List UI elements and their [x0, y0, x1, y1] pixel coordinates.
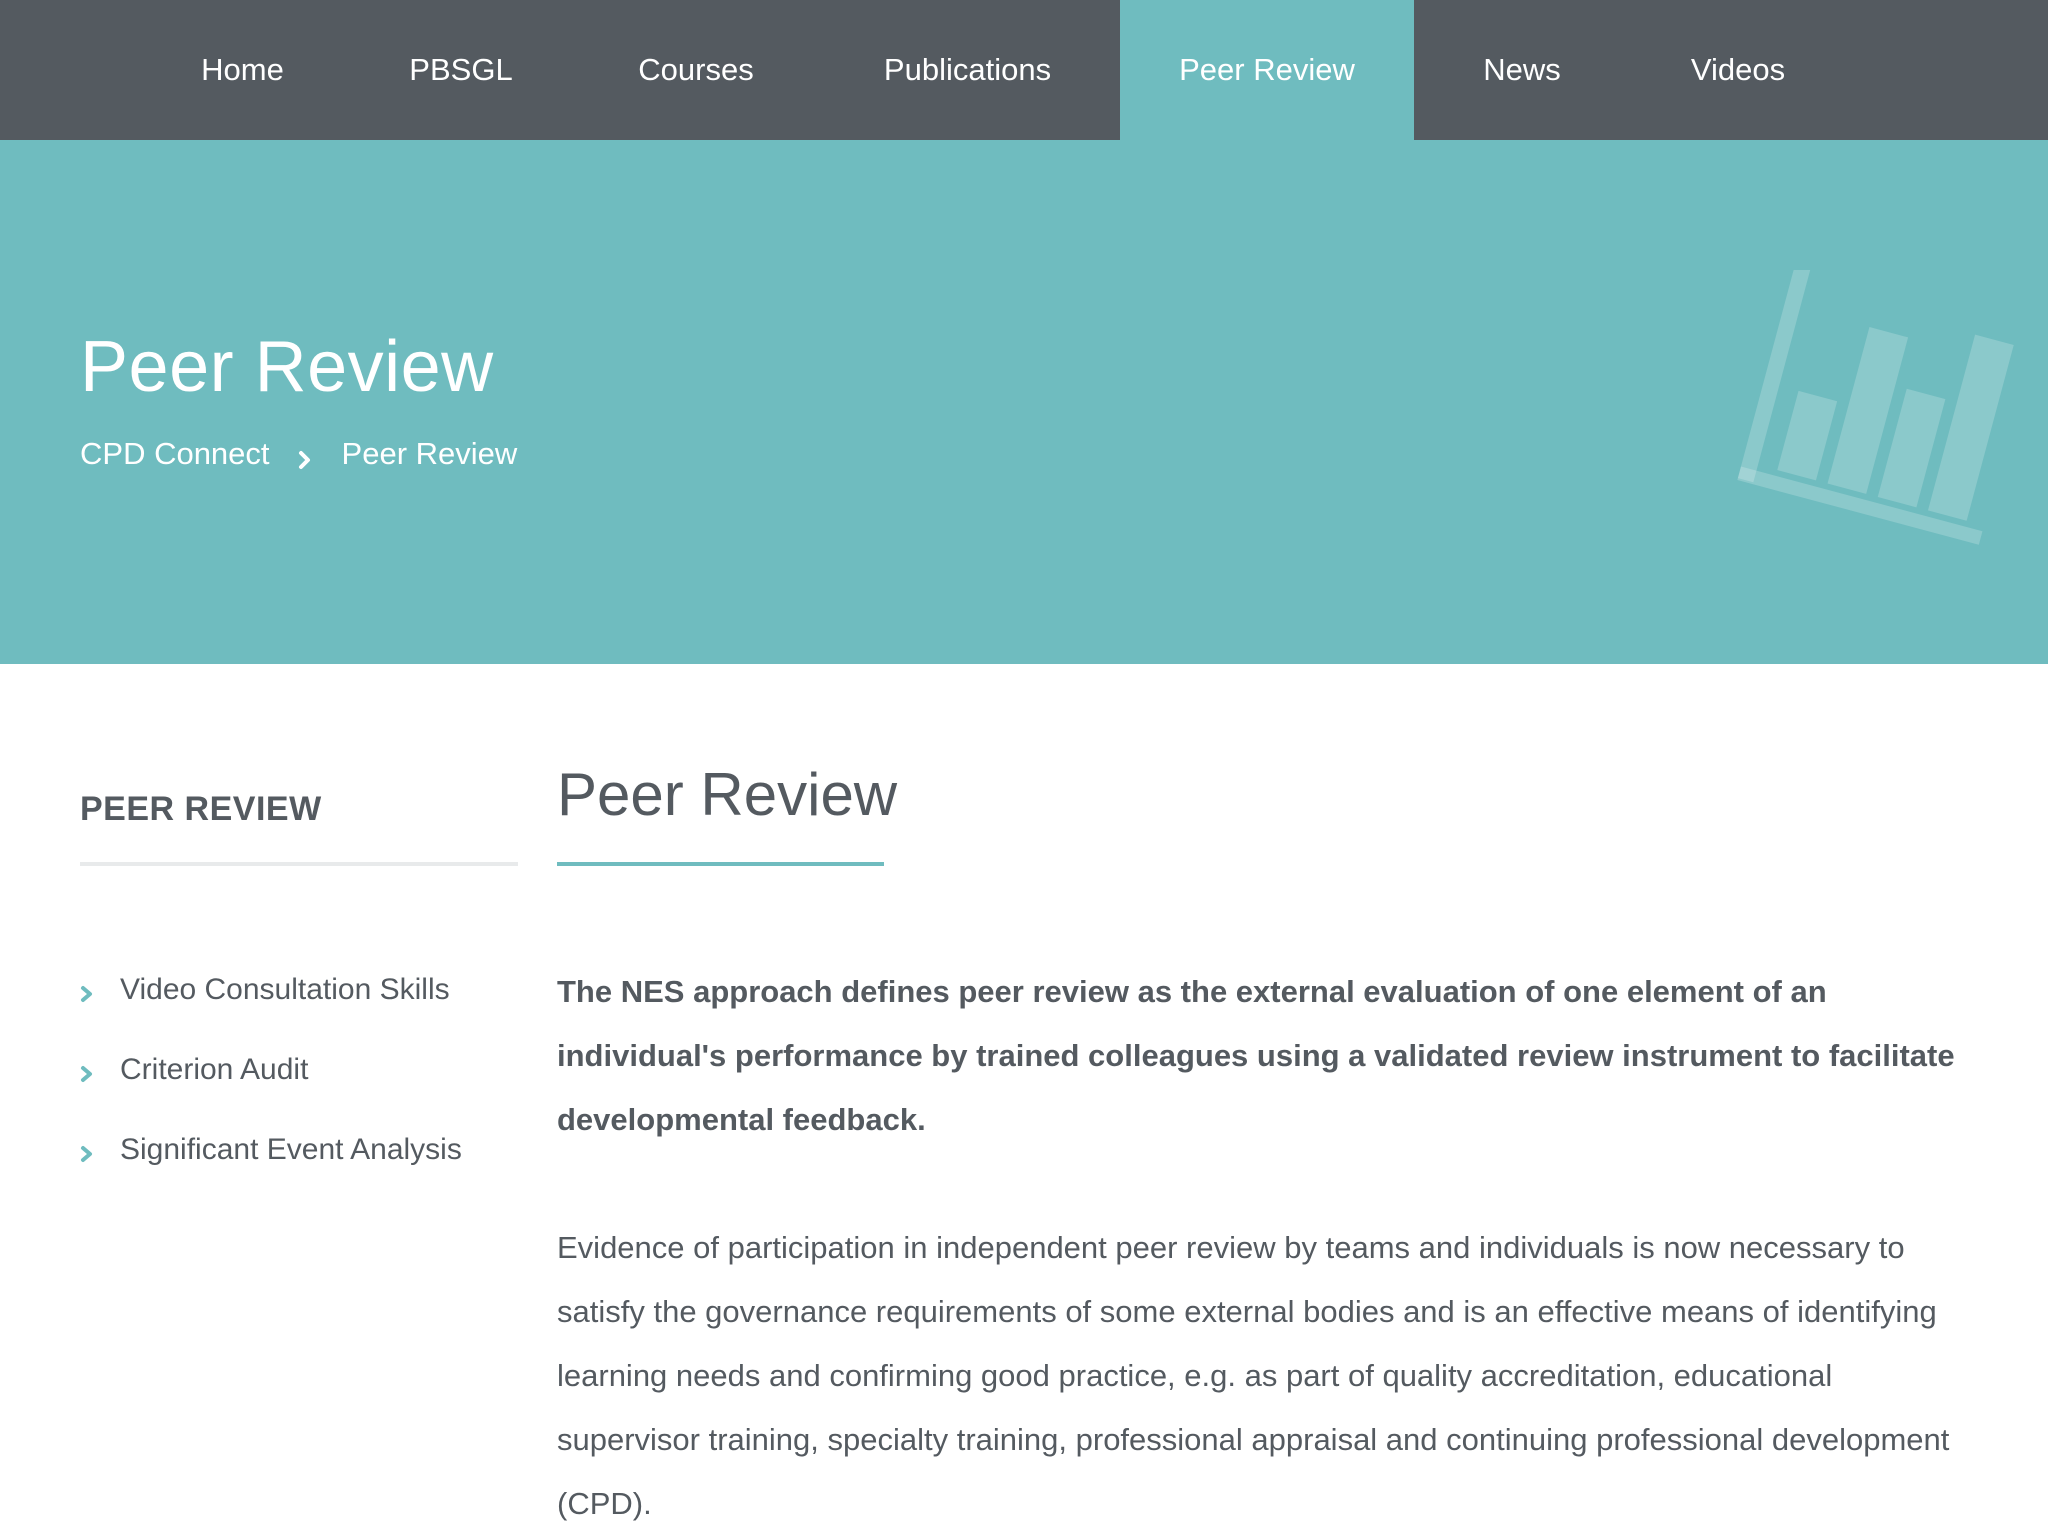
breadcrumb-current: Peer Review: [341, 436, 518, 471]
page-title: Peer Review: [557, 761, 898, 828]
nav-item-home[interactable]: Home: [170, 0, 315, 140]
nav-item-publications[interactable]: Publications: [860, 0, 1075, 140]
hero-title: Peer Review: [80, 327, 494, 407]
sidebar-item-video-consultation-skills[interactable]: Video Consultation Skills: [80, 950, 518, 1030]
body-paragraph: Evidence of participation in independent…: [557, 1230, 1950, 1521]
chevron-right-icon: [296, 443, 314, 469]
sidebar-item-significant-event-analysis[interactable]: Significant Event Analysis: [80, 1110, 518, 1190]
bar-chart-icon: [1720, 255, 2020, 550]
nav-item-videos[interactable]: Videos: [1670, 0, 1806, 140]
chevron-right-icon: [80, 979, 94, 1002]
main-content: Peer Review The NES approach defines pee…: [557, 760, 1957, 1521]
sidebar: PEER REVIEW Video Consultation Skills Cr…: [80, 790, 518, 1166]
sidebar-item-label: Criterion Audit: [120, 1053, 309, 1086]
nav-item-peer-review[interactable]: Peer Review: [1120, 0, 1414, 140]
chevron-right-icon: [80, 1059, 94, 1082]
sidebar-item-criterion-audit[interactable]: Criterion Audit: [80, 1030, 518, 1110]
nav-item-courses[interactable]: Courses: [610, 0, 782, 140]
lead-paragraph: The NES approach defines peer review as …: [557, 974, 1955, 1137]
chevron-right-icon: [80, 1139, 94, 1162]
breadcrumb: CPD Connect Peer Review: [80, 436, 517, 472]
sidebar-list: Video Consultation Skills Criterion Audi…: [80, 950, 518, 1190]
sidebar-item-label: Video Consultation Skills: [120, 973, 450, 1006]
top-navigation: Home PBSGL Courses Publications Peer Rev…: [0, 0, 2048, 140]
sidebar-item-label: Significant Event Analysis: [120, 1133, 462, 1166]
nav-item-news[interactable]: News: [1460, 0, 1584, 140]
breadcrumb-link-home[interactable]: CPD Connect: [80, 436, 270, 472]
sidebar-title: PEER REVIEW: [80, 790, 322, 828]
sidebar-divider: [80, 862, 518, 866]
nav-item-pbsgl[interactable]: PBSGL: [385, 0, 537, 140]
title-underline: [557, 862, 884, 866]
hero-banner: Peer Review CPD Connect Peer Review: [0, 140, 2048, 664]
